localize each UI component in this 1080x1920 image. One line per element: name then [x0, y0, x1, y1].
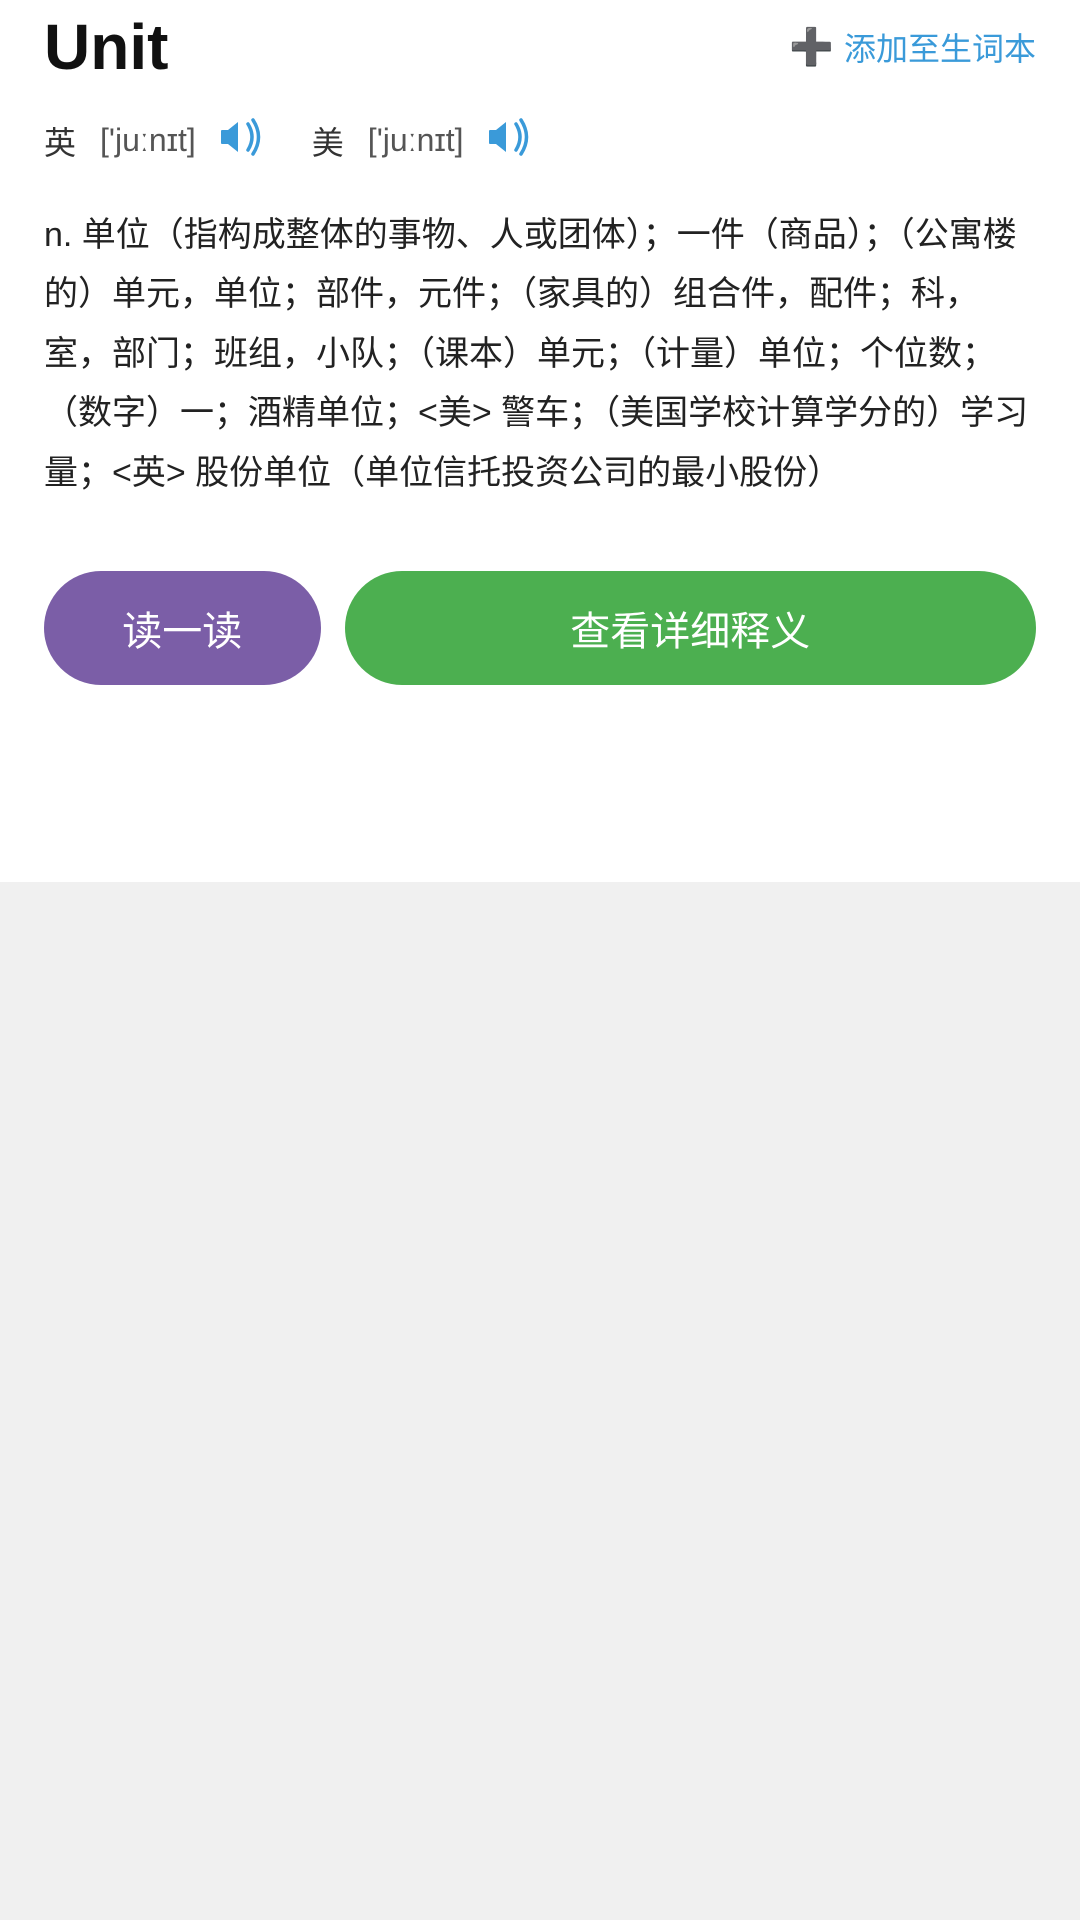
speaker-button-us[interactable] [488, 116, 540, 166]
content-area: Unit Two John，I have a new schoolbag. Ma… [0, 260, 1080, 882]
dict-definition: n. 单位（指构成整体的事物、人或团体）；一件（商品）；（公寓楼的）单元，单位；… [44, 206, 1036, 504]
add-vocab-label: 添加至生词本 [844, 24, 1036, 70]
bottom-buttons: 读一读 查看详细释义 [44, 551, 1036, 685]
phonetic-symbol-en: ['juːnɪt] [100, 122, 196, 159]
bottom-sheet: Unit ➕ 添加至生词本 英 ['juːnɪt] 美 ['juːnɪt] [0, 0, 1080, 882]
detail-button[interactable]: 查看详细释义 [345, 571, 1036, 685]
speaker-button-en[interactable] [220, 116, 272, 166]
phonetics-row: 英 ['juːnɪt] 美 ['juːnɪt] [44, 116, 1036, 166]
dict-word: Unit [44, 10, 168, 84]
add-icon: ➕ [789, 26, 834, 68]
add-vocab-button[interactable]: ➕ 添加至生词本 [789, 24, 1036, 70]
read-button[interactable]: 读一读 [44, 571, 321, 685]
phonetic-lang-en: 英 [44, 118, 76, 164]
dict-header: Unit ➕ 添加至生词本 [44, 10, 1036, 84]
phonetic-symbol-us: ['juːnɪt] [368, 122, 464, 159]
phonetic-lang-us: 美 [312, 118, 344, 164]
